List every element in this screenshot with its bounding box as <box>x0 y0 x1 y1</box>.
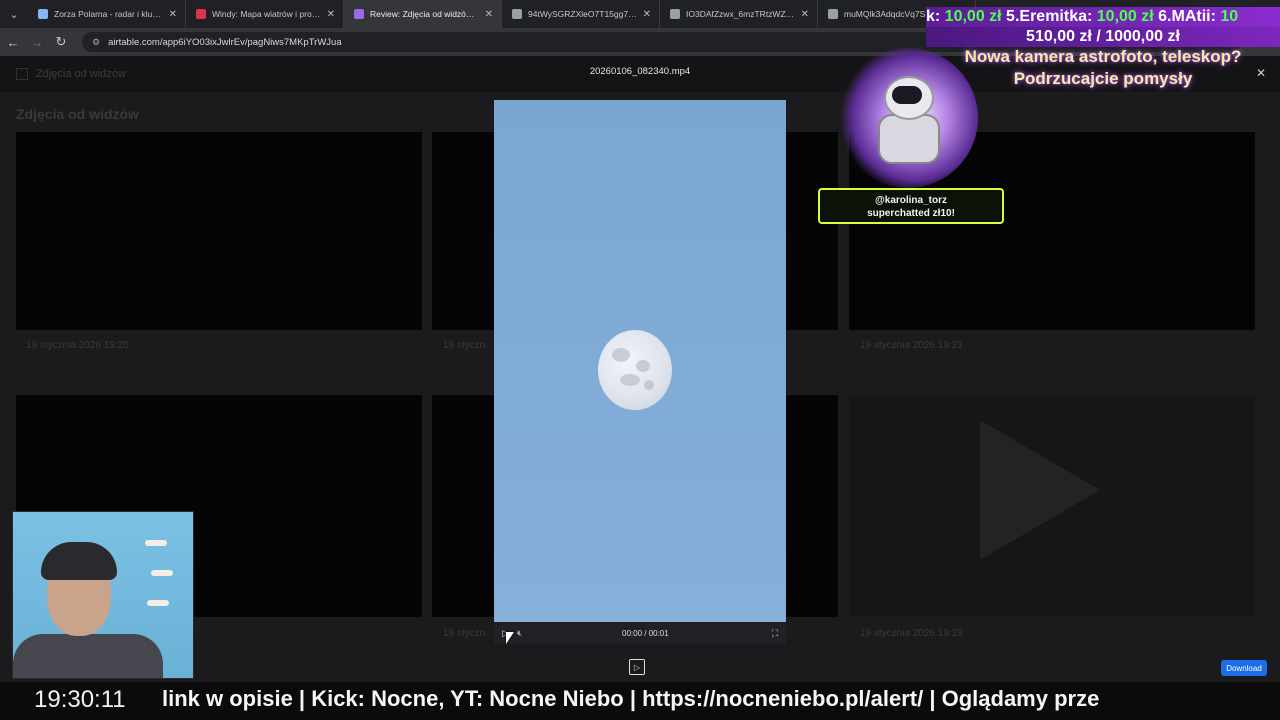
close-icon[interactable]: ✕ <box>643 9 651 20</box>
ticker-amount: 10 <box>1215 8 1239 25</box>
card-date: 19 stycznia 2026 19:28 <box>860 628 963 639</box>
tab-title: Zorza Polarna - radar i kluczowe <box>54 9 163 19</box>
video-controls: ▷ 🔇︎ 00:00 / 00:01 ⛶ <box>494 622 786 644</box>
tab-title: Windy: Mapa wiatrów i prognoz <box>212 9 321 19</box>
tab-4[interactable]: 94tWySGRZXleO7T15gg7juVns ✕ <box>502 0 660 28</box>
tab-favicon <box>828 9 838 19</box>
donation-ticker: k: 10,00 zł 5.Eremitka: 10,00 zł 6.MAtii… <box>926 7 1280 27</box>
tab-title: Review: Zdjęcia od widzów - Ai <box>370 9 479 19</box>
stream-clock: 19:30:11 <box>34 686 126 713</box>
superchat-text: superchatted zł10! <box>867 208 955 219</box>
close-icon[interactable]: ✕ <box>801 9 809 20</box>
video-time: 00:00 / 00:01 <box>622 629 669 638</box>
download-button[interactable]: Download <box>1221 660 1267 676</box>
webcam-feed <box>12 511 194 679</box>
volume-icon[interactable]: 🔇︎ <box>517 628 523 639</box>
page-title: Zdjęcia od widzów <box>16 106 139 122</box>
close-icon[interactable]: ✕ <box>327 9 335 20</box>
mouse-cursor-icon <box>506 632 514 644</box>
ticker-prefix: k: <box>926 8 941 25</box>
goal-line-1: Nowa kamera astrofoto, teleskop? <box>964 47 1242 66</box>
ticker-name: 5.Eremitka: <box>1001 8 1093 25</box>
tab-title: IO3DAfZzwx_6mzTRtzWZtBuTj <box>686 9 795 19</box>
superchat-user: @karolina_torz <box>875 195 947 206</box>
goal-line-2: Podrzucajcie pomysły <box>1013 69 1193 88</box>
play-icon <box>980 420 1100 560</box>
close-icon[interactable]: ✕ <box>169 9 177 20</box>
card-date: 19 styczn <box>443 628 486 639</box>
donation-goal-amount: 510,00 zł / 1000,00 zł <box>926 27 1280 47</box>
arrow-left-icon[interactable]: ← <box>2 31 24 53</box>
tab-review-zdjecia[interactable]: Review: Zdjęcia od widzów - Ai ✕ <box>344 0 502 28</box>
tab-windy[interactable]: Windy: Mapa wiatrów i prognoz ✕ <box>186 0 344 28</box>
reload-icon[interactable]: ↻ <box>50 31 72 53</box>
tab-favicon <box>670 9 680 19</box>
tab-favicon <box>512 9 522 19</box>
moon-image <box>598 330 672 410</box>
url-text: airtable.com/app6iYO03ixJwlrEv/pagNiws7M… <box>108 36 342 48</box>
gallery-card[interactable] <box>16 132 422 330</box>
chevron-down-icon[interactable]: ⌄ <box>0 0 28 28</box>
arrow-right-icon[interactable]: → <box>26 31 48 53</box>
close-icon[interactable]: ✕ <box>485 9 493 20</box>
tab-favicon <box>196 9 206 19</box>
card-date: 19 stycznia 2026 19:20 <box>26 340 129 351</box>
video-player[interactable] <box>494 100 786 622</box>
card-date: 19 stycznia 2026 19:21 <box>860 340 963 351</box>
fullscreen-icon[interactable]: ⛶ <box>772 628 778 639</box>
tab-zorza-polarna[interactable]: Zorza Polarna - radar i kluczowe ✕ <box>28 0 186 28</box>
tab-favicon <box>354 9 364 19</box>
card-date: 19 styczn <box>443 340 486 351</box>
breadcrumb[interactable]: Zdjęcia od widzów <box>36 68 126 80</box>
stream-marquee: link w opisie | Kick: Nocne, YT: Nocne N… <box>162 686 1100 711</box>
tab-favicon <box>38 9 48 19</box>
ticker-amount: 10,00 zł <box>940 8 1002 25</box>
tab-title: 94tWySGRZXleO7T15gg7juVns <box>528 9 637 19</box>
tune-icon[interactable]: ⚙ <box>92 37 100 48</box>
ticker-name: 6.MAtii: <box>1153 8 1216 25</box>
viewer-filename: 20260106_082340.mp4 <box>589 66 691 77</box>
superchat-alert: @karolina_torz superchatted zł10! <box>818 188 1004 224</box>
ticker-amount: 10,00 zł <box>1092 8 1154 25</box>
tab-5[interactable]: IO3DAfZzwx_6mzTRtzWZtBuTj ✕ <box>660 0 818 28</box>
astronaut-icon <box>838 48 978 188</box>
donation-goal-text: Nowa kamera astrofoto, teleskop? Podrzuc… <box>926 46 1280 90</box>
tab-strip: Zorza Polarna - radar i kluczowe ✕ Windy… <box>28 0 976 28</box>
grid-icon <box>16 68 28 80</box>
play-icon[interactable]: ▷ <box>629 659 645 675</box>
